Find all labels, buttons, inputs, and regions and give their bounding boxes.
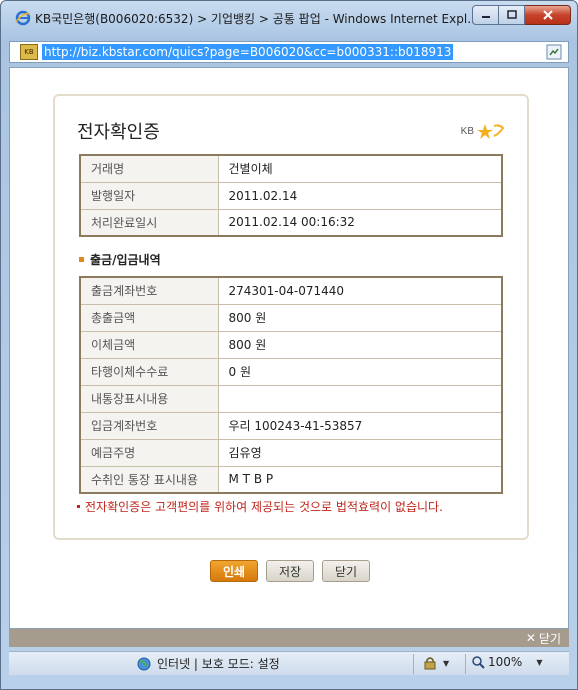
row-label: 예금주명 xyxy=(79,438,219,467)
kb-star-icon xyxy=(477,124,505,139)
browser-window: KB국민은행(B006020:6532) > 기업뱅킹 > 공통 팝업 - Wi… xyxy=(0,0,578,690)
print-button[interactable]: 인쇄 xyxy=(210,560,258,582)
kb-logo: KB xyxy=(461,122,505,140)
chevron-down-icon: ▼ xyxy=(443,658,450,668)
popup-close-bar[interactable]: ✕ 닫기 xyxy=(9,629,569,647)
table-row: 처리완료일시 2011.02.14 00:16:32 xyxy=(79,208,503,237)
certificate-panel: 전자확인증 KB 거래명 건별이체 발행일자 2011.02.14 처리완료일시 2011… xyxy=(53,94,529,540)
row-label: 총출금액 xyxy=(79,303,219,332)
page-title: 전자확인증 xyxy=(77,122,160,143)
table-row: 타행이체수수료 0 원 xyxy=(79,357,503,386)
zoom-icon xyxy=(472,656,485,669)
close-button[interactable]: 닫기 xyxy=(322,560,370,582)
row-value: 0 원 xyxy=(217,357,503,386)
page-content: 전자확인증 KB 거래명 건별이체 발행일자 2011.02.14 처리완료일시 2011… xyxy=(9,67,569,629)
action-buttons: 인쇄 저장 닫기 xyxy=(210,560,370,582)
row-label: 이체금액 xyxy=(79,330,219,359)
site-favicon-icon: KB xyxy=(20,44,38,60)
window-controls xyxy=(472,5,571,25)
row-label: 처리완료일시 xyxy=(79,208,219,237)
security-zone[interactable]: 인터넷 | 보호 모드: 설정 xyxy=(137,655,280,672)
table-row: 출금계좌번호 274301-04-071440 xyxy=(79,276,503,305)
detail-table: 출금계좌번호 274301-04-071440 총출금액 800 원 이체금액 800 원… xyxy=(79,276,503,494)
page-icon[interactable] xyxy=(546,44,562,60)
row-value xyxy=(217,384,503,413)
address-bar[interactable]: KB http://biz.kbstar.com/quics?page=B006… xyxy=(9,41,569,63)
row-value: 274301-04-071440 xyxy=(217,276,503,305)
summary-table: 거래명 건별이체 발행일자 2011.02.14 처리완료일시 2011.02.14 00… xyxy=(79,154,503,237)
window-title: KB국민은행(B006020:6532) > 기업뱅킹 > 공통 팝업 - Wi… xyxy=(35,11,475,26)
status-divider xyxy=(413,654,414,674)
row-value: 2011.02.14 00:16:32 xyxy=(217,208,503,237)
zoom-control[interactable]: 100% ▼ xyxy=(471,655,542,669)
lock-icon xyxy=(424,657,436,670)
row-value: 우리 100243-41-53857 xyxy=(217,411,503,440)
row-value: 2011.02.14 xyxy=(217,181,503,210)
row-label: 입금계좌번호 xyxy=(79,411,219,440)
table-row: 총출금액 800 원 xyxy=(79,303,503,332)
row-label: 수취인 통장 표시내용 xyxy=(79,465,219,494)
table-row: 입금계좌번호 우리 100243-41-53857 xyxy=(79,411,503,440)
minimize-button[interactable] xyxy=(472,5,499,25)
row-value: M T B P xyxy=(217,465,503,494)
row-value: 건별이체 xyxy=(217,154,503,183)
globe-icon xyxy=(137,657,151,670)
row-label: 발행일자 xyxy=(79,181,219,210)
table-row: 발행일자 2011.02.14 xyxy=(79,181,503,210)
legal-notice: 전자확인증은 고객편의를 위하여 제공되는 것으로 법적효력이 없습니다. xyxy=(77,498,443,515)
table-row: 수취인 통장 표시내용 M T B P xyxy=(79,465,503,494)
title-bar: KB국민은행(B006020:6532) > 기업뱅킹 > 공통 팝업 - Wi… xyxy=(1,1,577,35)
table-row: 예금주명 김유영 xyxy=(79,438,503,467)
row-label: 출금계좌번호 xyxy=(79,276,219,305)
notice-bullet-icon xyxy=(77,505,80,508)
row-label: 타행이체수수료 xyxy=(79,357,219,386)
row-label: 거래명 xyxy=(79,154,219,183)
minimize-icon xyxy=(481,16,490,18)
zoom-level: 100% xyxy=(488,655,523,669)
close-x-icon: ✕ xyxy=(525,631,536,645)
chevron-down-icon: ▼ xyxy=(536,657,543,667)
maximize-button[interactable] xyxy=(499,5,525,25)
row-value: 800 원 xyxy=(217,303,503,332)
save-button[interactable]: 저장 xyxy=(266,560,314,582)
table-row: 내통장표시내용 xyxy=(79,384,503,413)
table-row: 이체금액 800 원 xyxy=(79,330,503,359)
url-text[interactable]: http://biz.kbstar.com/quics?page=B006020… xyxy=(42,44,454,60)
status-divider xyxy=(465,654,466,674)
protected-mode-button[interactable]: ▼ xyxy=(423,656,449,670)
row-value: 800 원 xyxy=(217,330,503,359)
maximize-icon xyxy=(506,10,517,19)
row-label: 내통장표시내용 xyxy=(79,384,219,413)
status-bar: 인터넷 | 보호 모드: 설정 ▼ 100% ▼ xyxy=(9,651,569,675)
row-value: 김유영 xyxy=(217,438,503,467)
close-icon xyxy=(542,10,553,20)
table-row: 거래명 건별이체 xyxy=(79,154,503,183)
section-bullet-icon xyxy=(79,257,84,262)
close-window-button[interactable] xyxy=(525,5,571,25)
ie-icon xyxy=(15,10,31,26)
section-heading: 출금/입금내역 xyxy=(79,251,161,268)
